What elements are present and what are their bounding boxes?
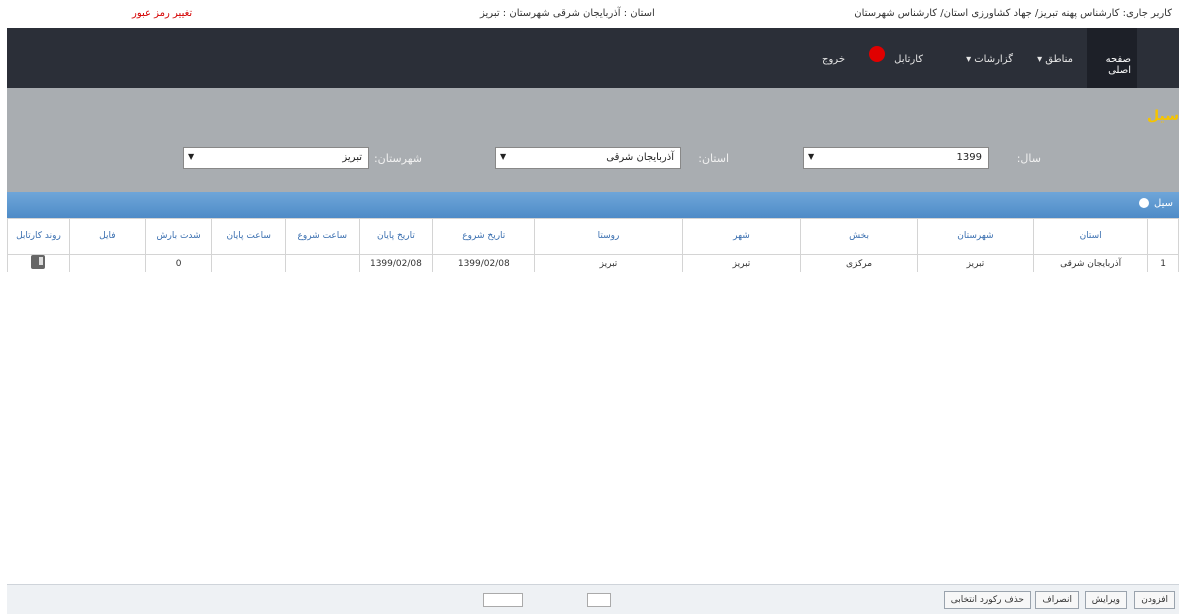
nav-home[interactable]: صفحه اصلی <box>1087 28 1137 88</box>
table-cell: آذربایجان شرقی <box>1033 254 1149 273</box>
column-header[interactable]: شهرستان <box>916 218 1035 255</box>
nav-logout[interactable]: خروج <box>822 54 845 65</box>
column-header[interactable]: استان <box>1033 218 1149 255</box>
column-header[interactable]: ساعت پایان <box>211 218 286 255</box>
province-label: استان: <box>698 152 729 165</box>
grid-header-row: استان شهرستان بخش شهر روستا تاریخ شروع تاریخ پ… <box>7 218 1179 255</box>
table-cell: 0 <box>144 254 213 273</box>
chevron-down-icon: ▼ <box>808 152 815 161</box>
page-size-input[interactable] <box>587 593 611 607</box>
table-cell: 1399/02/08 <box>432 254 536 273</box>
column-header[interactable]: ساعت شروع <box>284 218 360 255</box>
table-cell: تبریز <box>534 254 683 273</box>
data-grid: استان شهرستان بخش شهر روستا تاریخ شروع تاریخ پ… <box>7 218 1179 273</box>
cancel-button[interactable]: انصراف <box>1035 591 1079 609</box>
grid-header-band: سیل <box>7 192 1179 218</box>
column-header[interactable] <box>1147 218 1179 255</box>
table-cell <box>211 254 286 273</box>
column-header[interactable]: شدت بارش <box>144 218 213 255</box>
table-cell <box>284 254 360 273</box>
table-cell: تبریز <box>681 254 802 273</box>
column-header[interactable]: شهر <box>681 218 802 255</box>
grid-title: سیل <box>1154 198 1173 209</box>
cartable-edit-icon[interactable] <box>31 255 46 269</box>
nav-regions[interactable]: مناطق ▾ <box>1037 54 1073 65</box>
chevron-down-icon: ▼ <box>188 152 195 161</box>
table-cell: 1399/02/08 <box>358 254 434 273</box>
column-header[interactable]: فایل <box>68 218 146 255</box>
province-select[interactable]: آذربایجان شرقی ▼ <box>495 147 681 169</box>
main-navbar: صفحه اصلی مناطق ▾ گزارشات ▾ کارتابل خروج <box>7 28 1179 88</box>
column-header[interactable]: روند کارتابل <box>7 218 70 255</box>
table-cell <box>68 254 146 273</box>
column-header[interactable]: تاریخ شروع <box>432 218 536 255</box>
column-header[interactable]: روستا <box>534 218 683 255</box>
edit-button[interactable]: ویرایش <box>1084 591 1127 609</box>
page-input[interactable] <box>483 593 523 607</box>
notification-badge[interactable] <box>869 46 885 62</box>
year-label: سال: <box>1016 152 1041 165</box>
nav-cartable[interactable]: کارتابل <box>894 54 923 65</box>
collapse-icon[interactable] <box>1139 198 1149 208</box>
change-password-link[interactable]: تغییر رمز عبور <box>132 8 192 19</box>
grid-footer: افزودن ویرایش انصراف حذف رکورد انتخابی <box>7 584 1179 614</box>
delete-selected-button[interactable]: حذف رکورد انتخابی <box>943 591 1031 609</box>
column-header[interactable]: بخش <box>800 218 918 255</box>
chevron-down-icon: ▼ <box>500 152 507 161</box>
nav-home-label: صفحه اصلی <box>1105 54 1131 76</box>
table-cell <box>7 254 70 273</box>
column-header[interactable]: تاریخ پایان <box>358 218 434 255</box>
filter-panel: سیل سال: 1399 ▼ استان: آذربایجان شرقی ▼ … <box>7 88 1179 192</box>
add-button[interactable]: افزودن <box>1134 591 1175 609</box>
location-label: استان : آذربایجان شرقی شهرستان : تبریز <box>480 8 655 19</box>
table-cell: تبریز <box>916 254 1035 273</box>
pager <box>387 591 647 609</box>
table-cell: مرکزی <box>800 254 918 273</box>
page-title: سیل <box>1147 108 1179 124</box>
county-label: شهرستان: <box>373 152 422 165</box>
current-user-label: کاربر جاری: کارشناس پهنه تبریز/ جهاد کشا… <box>854 8 1172 19</box>
table-cell: 1 <box>1147 254 1179 273</box>
year-select[interactable]: 1399 ▼ <box>803 147 989 169</box>
county-select[interactable]: تبریز ▼ <box>183 147 369 169</box>
top-info-bar: کاربر جاری: کارشناس پهنه تبریز/ جهاد کشا… <box>0 0 1186 28</box>
table-row[interactable]: 1 آذربایجان شرقی تبریز مرکزی تبریز تبریز 1399/… <box>7 254 1179 273</box>
nav-reports[interactable]: گزارشات ▾ <box>966 54 1013 65</box>
grid-empty-area <box>7 272 1179 584</box>
